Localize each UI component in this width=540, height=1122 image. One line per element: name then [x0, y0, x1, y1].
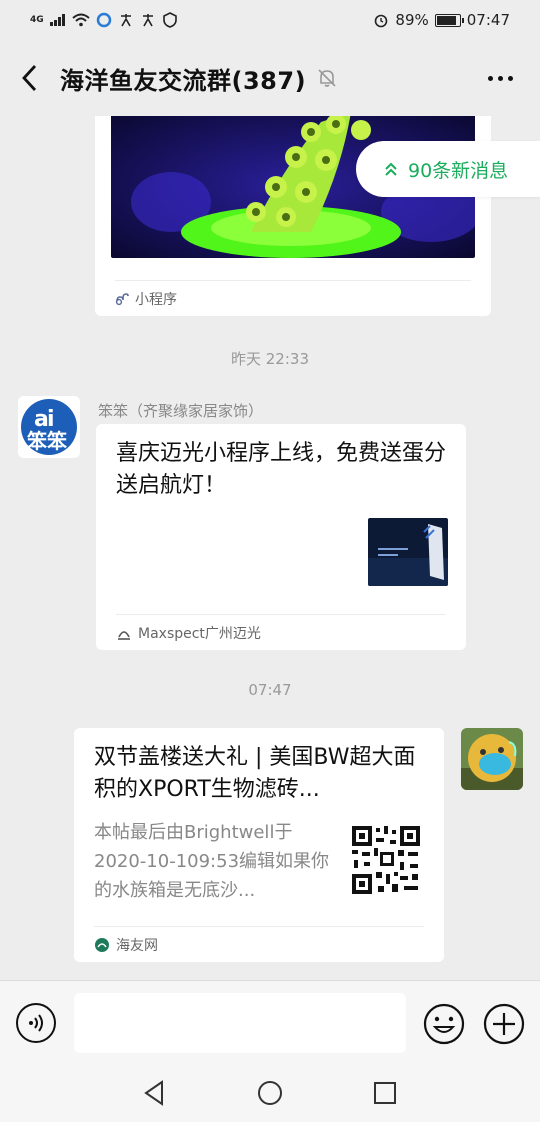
card-source: 海友网	[94, 926, 424, 962]
back-icon	[22, 65, 37, 91]
double-chevron-up-icon	[385, 162, 397, 176]
avatar[interactable]: a i 笨笨	[18, 396, 80, 458]
input-bar	[0, 980, 540, 1064]
notification-app-icon	[96, 12, 111, 28]
signal-icon	[49, 14, 65, 26]
card-description: 本帖最后由Brightwell于2020-10-109:53编辑如果你的水族箱是…	[94, 822, 330, 901]
alarm-icon	[375, 14, 388, 28]
card-thumbnail	[368, 518, 448, 586]
battery-icon	[434, 13, 464, 27]
timestamp: 昨天 22:33	[231, 350, 309, 368]
emoji-icon[interactable]	[423, 1003, 465, 1045]
message-input[interactable]	[74, 993, 406, 1053]
network-type: 4G	[30, 15, 44, 25]
chat-title: 海洋鱼友交流群(387)	[60, 66, 307, 95]
voice-button[interactable]	[16, 1003, 56, 1043]
haiyou-icon	[95, 937, 109, 952]
battery-level	[436, 15, 457, 25]
card-title: 双节盖楼送大礼 | 美国BW超大面积的XPORT生物滤砖...	[94, 745, 416, 802]
source-label: 小程序	[135, 291, 177, 308]
system-navigation-bar	[0, 1064, 540, 1122]
self-avatar[interactable]	[461, 728, 523, 790]
card-source: Maxspect广州迈光	[116, 614, 446, 650]
notification-app-icon	[120, 14, 131, 27]
more-button[interactable]	[478, 62, 522, 94]
sender-name: 笨笨（齐聚缘家居家饰）	[98, 402, 264, 420]
mute-bell-icon	[318, 69, 336, 87]
timestamp: 07:47	[248, 681, 292, 699]
notification-app-icon	[142, 14, 153, 27]
voice-icon	[29, 1014, 43, 1032]
new-messages-badge[interactable]: 90条新消息	[356, 141, 540, 197]
message-card[interactable]: 双节盖楼送大礼 | 美国BW超大面积的XPORT生物滤砖... 本帖最后由Bri…	[74, 728, 444, 962]
wifi-icon	[71, 13, 90, 27]
nav-home-icon[interactable]	[255, 1078, 285, 1108]
status-bar: 4G 89% 07:47	[0, 0, 540, 40]
maxspect-icon	[118, 630, 130, 640]
clock: 07:47	[466, 11, 510, 29]
nav-back-icon[interactable]	[140, 1078, 170, 1108]
new-messages-label: 90条新消息	[408, 159, 509, 182]
mini-program-icon	[115, 292, 129, 305]
message-card[interactable]: 喜庆迈光小程序上线，免费送蛋分送启航灯！ Maxspect广州迈光	[96, 424, 466, 650]
svg-text:笨笨: 笨笨	[27, 429, 68, 453]
chat-area[interactable]: 小程序 90条新消息 昨天 22:33 a i 笨笨 笨笨（齐聚缘家居家饰） 喜…	[0, 116, 540, 980]
nav-recents-icon[interactable]	[370, 1078, 400, 1108]
source-label: 海友网	[116, 937, 158, 954]
source-label: Maxspect广州迈光	[138, 625, 261, 642]
plus-icon[interactable]	[483, 1003, 525, 1045]
card-title: 喜庆迈光小程序上线，免费送蛋分送启航灯！	[116, 441, 447, 498]
battery-percent: 89%	[395, 11, 429, 29]
qr-code-image	[350, 824, 422, 896]
shield-icon	[162, 12, 177, 28]
chat-header: 海洋鱼友交流群(387)	[0, 40, 540, 116]
card-source: 小程序	[115, 280, 471, 316]
more-icon	[487, 75, 493, 81]
back-button[interactable]	[0, 40, 60, 116]
